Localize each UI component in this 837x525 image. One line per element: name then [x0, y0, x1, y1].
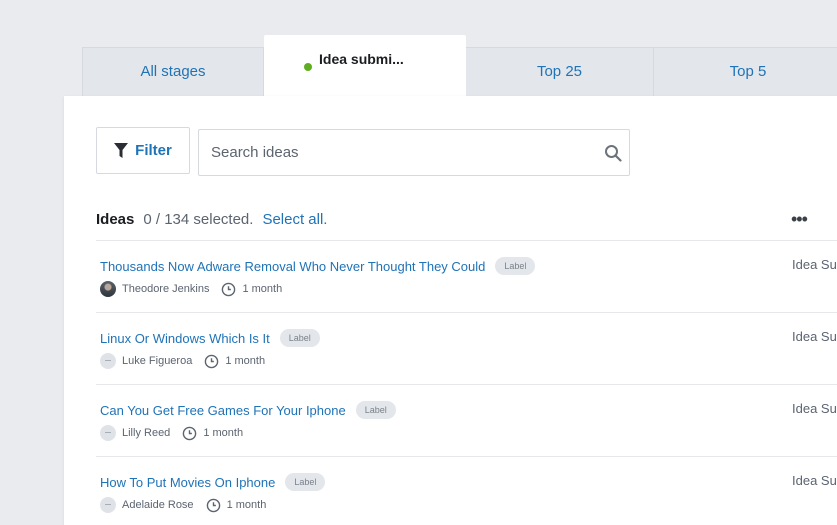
idea-row[interactable]: Thousands Now Adware Removal Who Never T… — [96, 240, 837, 312]
selection-count: 0 / 134 selected. — [143, 211, 254, 228]
avatar — [100, 425, 116, 441]
idea-title-link[interactable]: Thousands Now Adware Removal Who Never T… — [100, 259, 485, 274]
idea-label-badge: Label — [285, 473, 326, 491]
select-all-link[interactable]: Select all. — [262, 211, 327, 228]
tab-all-stages[interactable]: All stages — [82, 47, 264, 96]
idea-row[interactable]: How To Put Movies On Iphone Label Adelai… — [96, 456, 837, 525]
idea-title-link[interactable]: How To Put Movies On Iphone — [100, 475, 275, 490]
idea-row[interactable]: Linux Or Windows Which Is It Label Luke … — [96, 312, 837, 384]
clock-icon — [183, 426, 197, 440]
search-box — [198, 129, 630, 176]
more-options-icon[interactable]: ••• — [791, 210, 808, 228]
idea-stage: Idea Su — [792, 401, 837, 416]
ideas-panel: Filter Ideas 0 / 134 selected. Select al… — [64, 96, 837, 525]
avatar — [100, 281, 116, 297]
search-icon[interactable] — [604, 144, 622, 162]
ideas-title: Ideas — [96, 211, 135, 228]
avatar — [100, 353, 116, 369]
idea-label-badge: Label — [495, 257, 536, 275]
idea-stage: Idea Su — [792, 257, 837, 272]
idea-author: Theodore Jenkins — [122, 283, 210, 295]
clock-icon — [222, 282, 236, 296]
tab-label: Top 25 — [536, 63, 583, 80]
tab-idea-submission[interactable]: Idea submi... — [264, 35, 466, 96]
idea-row[interactable]: Can You Get Free Games For Your Iphone L… — [96, 384, 837, 456]
idea-age: 1 month — [225, 355, 266, 367]
idea-author: Lilly Reed — [122, 427, 171, 439]
stage-tabs: All stages Idea submi... Top 25 Top 5 — [82, 35, 837, 96]
idea-label-badge: Label — [279, 329, 320, 347]
idea-author: Adelaide Rose — [122, 499, 194, 511]
idea-label-badge: Label — [355, 401, 396, 419]
idea-stage: Idea Su — [792, 329, 837, 344]
ideas-header: Ideas 0 / 134 selected. Select all. — [96, 211, 327, 228]
tab-label: All stages — [140, 63, 206, 80]
idea-title-link[interactable]: Can You Get Free Games For Your Iphone — [100, 403, 346, 418]
filter-button[interactable]: Filter — [96, 127, 190, 174]
tab-label: Top 5 — [729, 63, 767, 80]
tab-top-25[interactable]: Top 25 — [466, 47, 654, 96]
funnel-icon — [114, 142, 129, 158]
idea-author: Luke Figueroa — [122, 355, 193, 367]
clock-icon — [206, 498, 220, 512]
idea-age: 1 month — [242, 283, 283, 295]
idea-stage: Idea Su — [792, 473, 837, 488]
filter-label: Filter — [135, 142, 172, 159]
avatar — [100, 497, 116, 513]
clock-icon — [205, 354, 219, 368]
search-input[interactable] — [199, 130, 589, 175]
idea-age: 1 month — [226, 499, 267, 511]
tab-label: Idea submi... — [319, 50, 404, 67]
ideas-list: Thousands Now Adware Removal Who Never T… — [96, 240, 837, 525]
idea-age: 1 month — [203, 427, 244, 439]
tab-top-5[interactable]: Top 5 — [654, 47, 837, 96]
idea-title-link[interactable]: Linux Or Windows Which Is It — [100, 331, 270, 346]
